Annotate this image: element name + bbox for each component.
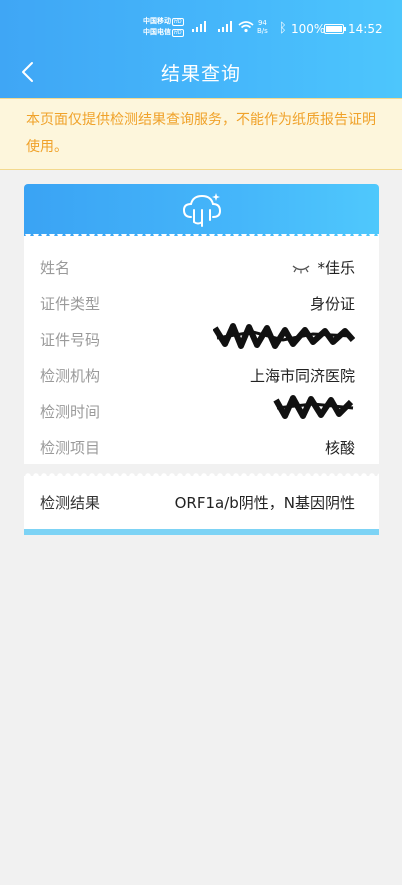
notice-banner: 本页面仅提供检测结果查询服务，不能作为纸质报告证明使用。 <box>0 98 402 170</box>
battery-percent: 100% <box>291 22 326 36</box>
detail-value: 核酸 <box>324 439 355 457</box>
detail-row-time: 检测时间 <box>40 392 355 428</box>
card-header <box>24 184 379 240</box>
carrier-info: 中国移动 HD 中国电信 HD <box>143 16 184 38</box>
page-title: 结果查询 <box>160 63 241 85</box>
header: 中国移动 HD 中国电信 HD 94 B/s ᛒ 100% 14:52 结果查询 <box>0 0 402 98</box>
detail-row-id-type: 证件类型 身份证 <box>40 284 355 320</box>
carrier-1: 中国移动 <box>143 17 171 25</box>
result-card: 检测结果 ORF1a/b阴性，N基因阴性 <box>24 476 379 529</box>
result-label: 检测结果 <box>40 494 101 512</box>
detail-card: 姓名 *佳乐 证件类型 身份证 证件号码 检测机构 上海市同济医院 检测时间 检… <box>24 236 379 464</box>
detail-row-institution: 检测机构 上海市同济医院 <box>40 356 355 392</box>
detail-label: 检测机构 <box>40 367 101 385</box>
hd-badge: HD <box>172 29 184 37</box>
status-bar: 中国移动 HD 中国电信 HD 94 B/s ᛒ 100% 14:52 <box>0 16 402 44</box>
detail-label: 证件号码 <box>40 331 101 349</box>
redaction-scribble <box>213 323 355 349</box>
detail-value: 上海市同济医院 <box>249 367 355 385</box>
signal-icon <box>218 21 232 32</box>
bluetooth-icon: ᛒ <box>279 21 287 36</box>
clock: 14:52 <box>348 22 383 36</box>
detail-row-id-number: 证件号码 <box>40 320 355 356</box>
detail-row-test-item: 检测项目 核酸 <box>40 428 355 464</box>
wifi-icon <box>238 21 254 33</box>
nav-bar: 结果查询 <box>0 50 402 94</box>
detail-label: 姓名 <box>40 259 71 277</box>
detail-value: *佳乐 <box>291 257 355 278</box>
battery-icon <box>324 24 346 34</box>
signal-icon <box>192 21 206 32</box>
hd-badge: HD <box>172 18 184 26</box>
result-bar <box>24 529 379 535</box>
detail-value: 身份证 <box>309 295 355 313</box>
cloud-check-icon <box>182 193 222 227</box>
detail-label: 证件类型 <box>40 295 101 313</box>
detail-label: 检测项目 <box>40 439 101 457</box>
detail-row-name: 姓名 *佳乐 <box>40 248 355 284</box>
detail-label: 检测时间 <box>40 403 101 421</box>
carrier-2: 中国电信 <box>143 28 171 36</box>
eye-closed-icon <box>293 264 310 273</box>
result-value: ORF1a/b阴性，N基因阴性 <box>174 494 355 512</box>
redaction-scribble <box>273 395 354 419</box>
net-speed: 94 B/s <box>257 19 268 35</box>
